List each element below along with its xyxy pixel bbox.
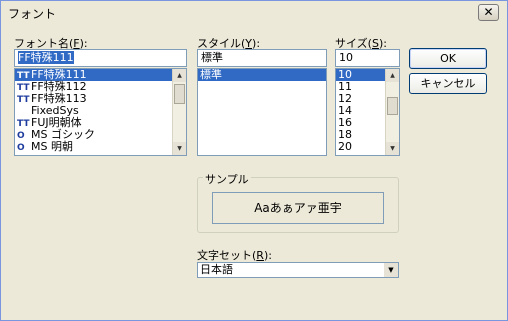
style-list[interactable]: 標準 [197, 68, 327, 156]
sample-group: サンプル Aaあぁアァ亜宇 [197, 171, 399, 233]
chevron-down-icon[interactable]: ▼ [384, 263, 398, 277]
font-name-input[interactable]: FF特殊111 [14, 49, 187, 67]
font-name-value: FF特殊111 [18, 51, 74, 64]
font-name-list[interactable]: TT FF特殊111 TT FF特殊112 TT FF特殊113 FixedSys TT FUJ… [14, 68, 187, 156]
size-list[interactable]: 10 11 12 14 16 18 20 ▲ ▼ [335, 68, 400, 156]
opentype-font-icon: O [17, 143, 25, 153]
font-list-item-label: MS 明朝 [31, 140, 73, 153]
scroll-up-arrow-icon[interactable]: ▲ [386, 69, 399, 82]
close-icon: ✕ [483, 5, 494, 19]
cancel-button[interactable]: キャンセル [409, 73, 487, 94]
sample-preview: Aaあぁアァ亜宇 [212, 192, 384, 224]
title-bar[interactable]: フォント ✕ [1, 1, 507, 23]
size-list-item-label: 20 [338, 140, 352, 153]
charset-value: 日本語 [200, 263, 233, 276]
style-value: 標準 [201, 51, 223, 64]
font-list-item[interactable]: O MS 明朝 [15, 140, 186, 154]
scroll-down-arrow-icon[interactable]: ▼ [386, 142, 399, 155]
charset-select[interactable]: 日本語 ▼ [197, 262, 399, 278]
sample-label: サンプル [203, 171, 251, 187]
scroll-down-arrow-icon[interactable]: ▼ [173, 142, 186, 155]
scroll-up-arrow-icon[interactable]: ▲ [173, 69, 186, 82]
ok-button[interactable]: OK [409, 48, 487, 69]
font-dialog: フォント ✕ フォント名(F): FF特殊111 TT FF特殊111 TT FF特殊… [0, 0, 508, 321]
font-list-scrollbar[interactable]: ▲ ▼ [172, 69, 186, 155]
charset-label: 文字セット(R): [197, 249, 272, 262]
window-title: フォント [8, 7, 57, 21]
close-button[interactable]: ✕ [478, 4, 499, 21]
size-input[interactable]: 10 [335, 49, 400, 67]
style-list-item-label: 標準 [200, 68, 222, 81]
size-value: 10 [339, 51, 353, 64]
scroll-thumb[interactable] [174, 84, 185, 104]
style-input[interactable]: 標準 [197, 49, 327, 67]
style-list-item[interactable]: 標準 [198, 69, 326, 81]
size-list-scrollbar[interactable]: ▲ ▼ [385, 69, 399, 155]
scroll-thumb[interactable] [387, 97, 398, 115]
